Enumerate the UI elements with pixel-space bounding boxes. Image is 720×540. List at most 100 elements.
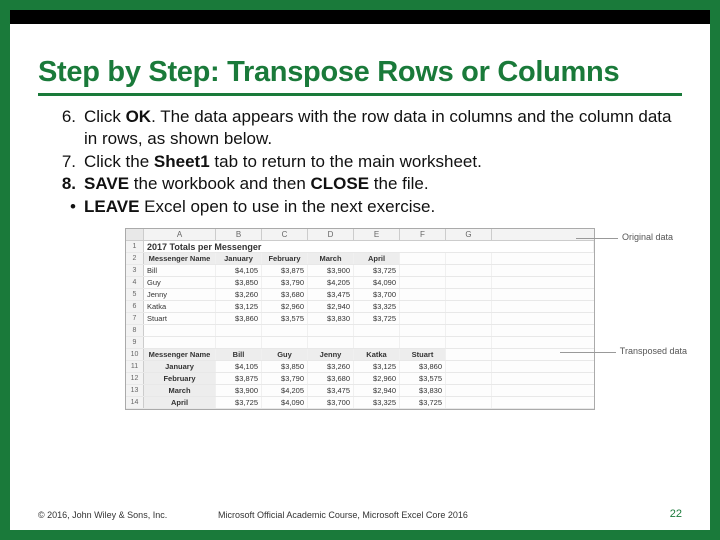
cell (400, 277, 446, 288)
cell: $3,860 (400, 361, 446, 372)
cell: $3,475 (308, 385, 354, 396)
cell (308, 337, 354, 348)
cell: $3,900 (308, 265, 354, 276)
step-item: 8. SAVE the workbook and then CLOSE the f… (48, 173, 682, 195)
cell: $4,205 (262, 385, 308, 396)
cell: $3,125 (216, 301, 262, 312)
cell: $3,850 (216, 277, 262, 288)
table-row: 7Stuart$3,860$3,575$3,830$3,725 (126, 313, 594, 325)
cell (446, 265, 492, 276)
footer-course: Microsoft Official Academic Course, Micr… (218, 510, 468, 520)
cell: March (144, 385, 216, 396)
cell: $3,790 (262, 277, 308, 288)
page-title: Step by Step: Transpose Rows or Columns (38, 56, 682, 89)
cell: $3,680 (308, 373, 354, 384)
cell (400, 289, 446, 300)
top-black-bar (10, 10, 710, 24)
cell: February (144, 373, 216, 384)
step-item: 6.Click OK. The data appears with the ro… (48, 106, 682, 150)
cell (144, 337, 216, 348)
cell (400, 337, 446, 348)
cell (262, 325, 308, 336)
cell: January (216, 253, 262, 264)
cell (216, 337, 262, 348)
cell: $2,940 (354, 385, 400, 396)
cell: $2,960 (262, 301, 308, 312)
cell: $3,325 (354, 397, 400, 408)
cell: Stuart (144, 313, 216, 324)
cell: Bill (144, 265, 216, 276)
cell: $3,875 (216, 373, 262, 384)
cell: $3,725 (354, 313, 400, 324)
step-list: 6.Click OK. The data appears with the ro… (48, 106, 682, 218)
cell: Stuart (400, 349, 446, 360)
cell: $3,700 (308, 397, 354, 408)
cell: $4,105 (216, 265, 262, 276)
title-rule (38, 93, 682, 96)
cell: $3,260 (308, 361, 354, 372)
cell (446, 313, 492, 324)
cell: 2017 Totals per Messenger (144, 241, 594, 252)
table-row: 8 (126, 325, 594, 337)
cell (446, 373, 492, 384)
cell (400, 313, 446, 324)
table-row: 2Messenger NameJanuaryFebruaryMarchApril (126, 253, 594, 265)
cell: $3,725 (400, 397, 446, 408)
cell: $3,850 (262, 361, 308, 372)
cell: $4,205 (308, 277, 354, 288)
step-text: LEAVE Excel open to use in the next exer… (84, 197, 435, 216)
callout-original: Original data (622, 232, 673, 242)
cell: April (144, 397, 216, 408)
cell (400, 325, 446, 336)
cell: $3,830 (308, 313, 354, 324)
slide: Step by Step: Transpose Rows or Columns … (0, 0, 720, 540)
cell: $3,575 (262, 313, 308, 324)
callout-transposed: Transposed data (620, 346, 687, 356)
cell (446, 349, 492, 360)
cell: $4,090 (262, 397, 308, 408)
cell (400, 301, 446, 312)
cell (144, 325, 216, 336)
cell: $3,900 (216, 385, 262, 396)
cell (446, 385, 492, 396)
cell: Katka (354, 349, 400, 360)
cell: February (262, 253, 308, 264)
cell: Guy (262, 349, 308, 360)
step-text: Click OK. The data appears with the row … (84, 107, 671, 148)
cell: $2,960 (354, 373, 400, 384)
cell: January (144, 361, 216, 372)
cell: Katka (144, 301, 216, 312)
cell (400, 253, 446, 264)
cell: April (354, 253, 400, 264)
cell: $3,790 (262, 373, 308, 384)
excel-sheet: ABCDEFG12017 Totals per Messenger2Messen… (125, 228, 595, 410)
step-item: 7. Click the Sheet1 tab to return to the … (48, 151, 682, 173)
step-text: SAVE the workbook and then CLOSE the fil… (84, 174, 429, 193)
table-row: 11January$4,105$3,850$3,260$3,125$3,860 (126, 361, 594, 373)
column-headers: ABCDEFG (126, 229, 594, 241)
cell (446, 301, 492, 312)
step-number: 7. (48, 151, 76, 173)
table-row: 12017 Totals per Messenger (126, 241, 594, 253)
cell (446, 325, 492, 336)
table-row: 9 (126, 337, 594, 349)
step-number: 8. (48, 173, 76, 195)
footer-copyright: © 2016, John Wiley & Sons, Inc. (38, 510, 167, 520)
cell (446, 337, 492, 348)
cell (216, 325, 262, 336)
step-text: Click the Sheet1 tab to return to the ma… (84, 152, 482, 171)
table-row: 6Katka$3,125$2,960$2,940$3,325 (126, 301, 594, 313)
cell: March (308, 253, 354, 264)
table-row: 13March$3,900$4,205$3,475$2,940$3,830 (126, 385, 594, 397)
table-row: 12February$3,875$3,790$3,680$2,960$3,575 (126, 373, 594, 385)
cell: $3,725 (216, 397, 262, 408)
callout-original-text: Original data (622, 232, 673, 242)
cell (400, 265, 446, 276)
cell (446, 253, 492, 264)
cell (446, 361, 492, 372)
table-row: 10Messenger NameBillGuyJennyKatkaStuart (126, 349, 594, 361)
cell: $2,940 (308, 301, 354, 312)
cell: $3,725 (354, 265, 400, 276)
cell: $3,325 (354, 301, 400, 312)
cell (354, 337, 400, 348)
